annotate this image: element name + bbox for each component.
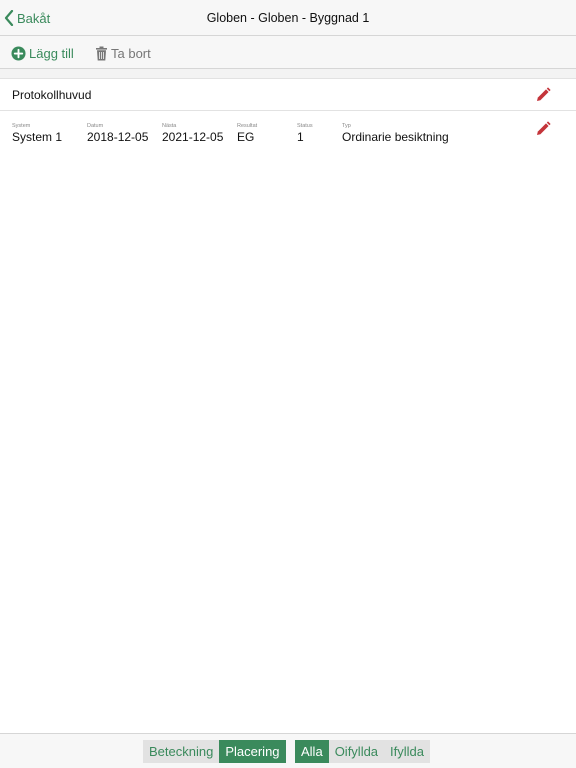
segment-alla[interactable]: Alla — [295, 740, 329, 763]
filter-segmented-control: Alla Oifyllda Ifyllda — [295, 740, 431, 763]
resultat-value: EG — [237, 130, 255, 144]
system-caption: System — [12, 123, 31, 129]
navigation-bar: Bakåt Globen - Globen - Byggnad 1 — [0, 0, 576, 36]
plus-circle-icon — [11, 45, 26, 61]
delete-label: Ta bort — [111, 45, 151, 61]
system-value: System 1 — [12, 130, 63, 144]
protocol-header-row[interactable]: Protokollhuvud — [0, 79, 576, 111]
resultat-caption: Resultat — [237, 123, 258, 129]
table-row[interactable]: System System 1 Datum 2018-12-05 Nästa 2… — [0, 111, 576, 151]
datum-caption: Datum — [87, 123, 104, 129]
nasta-caption: Nästa — [162, 123, 177, 129]
typ-cell: Typ Ordinarie besiktning — [342, 123, 449, 144]
add-button[interactable]: Lägg till — [11, 44, 74, 62]
nasta-cell: Nästa 2021-12-05 — [162, 123, 223, 144]
datum-cell: Datum 2018-12-05 — [87, 123, 148, 144]
status-caption: Status — [297, 123, 313, 129]
resultat-cell: Resultat EG — [237, 123, 257, 144]
datum-value: 2018-12-05 — [87, 130, 149, 144]
add-label: Lägg till — [29, 45, 74, 61]
segment-ifyllda[interactable]: Ifyllda — [384, 740, 431, 763]
toolbar: Lägg till Ta bort — [0, 36, 576, 69]
segment-beteckning[interactable]: Beteckning — [143, 740, 220, 763]
section-spacer — [0, 69, 576, 79]
segment-placering[interactable]: Placering — [219, 740, 286, 763]
content-area: Protokollhuvud System System 1 Datum 201… — [0, 69, 576, 733]
status-value: 1 — [297, 130, 304, 144]
segment-oifyllda[interactable]: Oifyllda — [328, 740, 385, 763]
filter-bar: Beteckning Placering Alla Oifyllda Ifyll… — [0, 733, 576, 768]
delete-button[interactable]: Ta bort — [95, 44, 151, 62]
pencil-icon[interactable] — [534, 86, 552, 104]
trash-icon — [96, 46, 107, 60]
sort-segmented-control: Beteckning Placering — [143, 740, 286, 763]
typ-value: Ordinarie besiktning — [342, 130, 449, 144]
protocol-header-label: Protokollhuvud — [12, 88, 92, 102]
status-cell: Status 1 — [297, 123, 313, 144]
pencil-icon[interactable] — [534, 120, 552, 138]
typ-caption: Typ — [342, 123, 351, 129]
nasta-value: 2021-12-05 — [162, 130, 224, 144]
page-title: Globen - Globen - Byggnad 1 — [206, 11, 370, 25]
system-cell: System System 1 — [12, 123, 62, 144]
